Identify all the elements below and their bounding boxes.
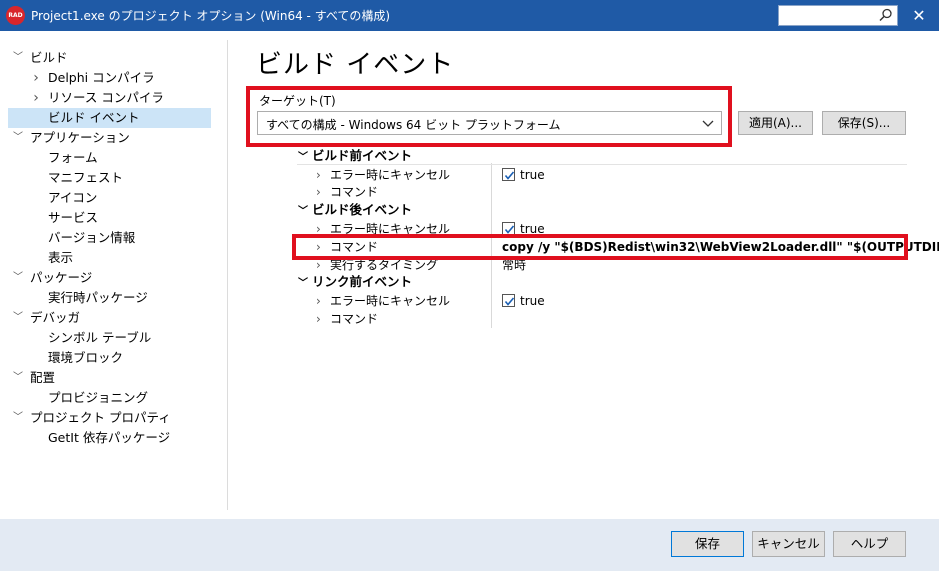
tree-item[interactable]: ﹀ アプリケーション bbox=[0, 128, 227, 148]
chevron-down-icon: ﹀ bbox=[298, 152, 308, 163]
tree-item[interactable]: GetIt 依存パッケージ bbox=[0, 428, 227, 448]
tree-item[interactable]: バージョン情報 bbox=[0, 228, 227, 248]
tree-item-label: ビルド イベント bbox=[48, 110, 140, 125]
tree-item-label: デバッガ bbox=[30, 310, 81, 325]
tree-item-label: プロジェクト プロパティ bbox=[30, 410, 171, 425]
chevron-right-icon: › bbox=[316, 168, 321, 182]
check-icon bbox=[504, 297, 515, 306]
tree-item-label: Delphi コンパイラ bbox=[48, 70, 155, 85]
dialog-footer: 保存 キャンセル ヘルプ bbox=[0, 519, 939, 571]
tree-item[interactable]: 環境ブロック bbox=[0, 348, 227, 368]
close-icon: ✕ bbox=[912, 6, 926, 25]
tree-item[interactable]: ﹀ ビルド bbox=[0, 48, 227, 68]
highlight-box-command bbox=[292, 234, 908, 260]
tree-item[interactable]: アイコン bbox=[0, 188, 227, 208]
tree-item[interactable]: ビルド イベント bbox=[8, 108, 211, 128]
tree-item-label: リソース コンパイラ bbox=[48, 90, 164, 105]
tree-item[interactable]: 表示 bbox=[0, 248, 227, 268]
chevron-down-icon[interactable]: ﹀ bbox=[12, 308, 24, 328]
chevron-right-icon: › bbox=[316, 294, 321, 308]
apply-button[interactable]: 適用(A)... bbox=[738, 111, 813, 135]
prop-pre-build-cancel-on-error[interactable]: › エラー時にキャンセル bbox=[316, 166, 450, 184]
tree-item[interactable]: プロビジョニング bbox=[0, 388, 227, 408]
tree-item-label: 表示 bbox=[48, 250, 74, 265]
tree-item[interactable]: › Delphi コンパイラ bbox=[0, 68, 227, 88]
tree-item-label: ビルド bbox=[30, 50, 68, 65]
chevron-right-icon[interactable]: › bbox=[30, 68, 42, 88]
pre-link-cancel-checkbox[interactable] bbox=[502, 294, 515, 307]
tree-item[interactable]: › リソース コンパイラ bbox=[0, 88, 227, 108]
pre-build-cancel-checkbox[interactable] bbox=[502, 168, 515, 181]
tree-item[interactable]: ﹀ パッケージ bbox=[0, 268, 227, 288]
tree-item-label: プロビジョニング bbox=[48, 390, 149, 405]
tree-item[interactable]: シンボル テーブル bbox=[0, 328, 227, 348]
options-tree: ﹀ ビルド › Delphi コンパイラ › リソース コンパイラ ビルド イベント ﹀ アプリ… bbox=[0, 31, 227, 519]
tree-item[interactable]: フォーム bbox=[0, 148, 227, 168]
save-button[interactable]: 保存 bbox=[671, 531, 744, 557]
prop-pre-build-command[interactable]: › コマンド bbox=[316, 183, 378, 201]
app-icon: RAD bbox=[6, 6, 25, 25]
highlight-box-target bbox=[246, 86, 732, 147]
tree-item[interactable]: ﹀ プロジェクト プロパティ bbox=[0, 408, 227, 428]
chevron-down-icon[interactable]: ﹀ bbox=[12, 408, 24, 428]
tree-item-label: サービス bbox=[48, 210, 99, 225]
tree-item-label: シンボル テーブル bbox=[48, 330, 152, 345]
help-button[interactable]: ヘルプ bbox=[833, 531, 906, 557]
search-input[interactable] bbox=[778, 5, 898, 26]
tree-item-label: アプリケーション bbox=[30, 130, 130, 145]
close-button[interactable]: ✕ bbox=[905, 4, 933, 27]
chevron-down-icon[interactable]: ﹀ bbox=[12, 268, 24, 288]
pre-build-cancel-value: true bbox=[520, 168, 545, 182]
prop-pre-link-command[interactable]: › コマンド bbox=[316, 310, 378, 328]
chevron-right-icon: › bbox=[316, 312, 321, 326]
tree-item[interactable]: サービス bbox=[0, 208, 227, 228]
chevron-right-icon[interactable]: › bbox=[30, 88, 42, 108]
tree-item[interactable]: ﹀ デバッガ bbox=[0, 308, 227, 328]
tree-item-label: パッケージ bbox=[30, 270, 93, 285]
window-title: Project1.exe のプロジェクト オプション (Win64 - すべての… bbox=[31, 9, 391, 23]
tree-item-label: バージョン情報 bbox=[48, 230, 136, 245]
tree-divider bbox=[227, 40, 228, 510]
prop-pre-link-cancel-on-error[interactable]: › エラー時にキャンセル bbox=[316, 292, 450, 310]
check-icon bbox=[504, 171, 515, 180]
page-title: ビルド イベント bbox=[256, 50, 455, 80]
tree-item-label: 実行時パッケージ bbox=[48, 290, 148, 305]
chevron-down-icon[interactable]: ﹀ bbox=[12, 48, 24, 68]
tree-item[interactable]: ﹀ 配置 bbox=[0, 368, 227, 388]
pre-link-cancel-value: true bbox=[520, 294, 545, 308]
tree-item-label: 配置 bbox=[30, 370, 56, 385]
title-bar: RAD Project1.exe のプロジェクト オプション (Win64 - … bbox=[0, 0, 939, 31]
chevron-down-icon: ﹀ bbox=[298, 206, 308, 217]
tree-item-label: フォーム bbox=[48, 150, 98, 165]
tree-item-label: GetIt 依存パッケージ bbox=[48, 430, 171, 445]
tree-item[interactable]: 実行時パッケージ bbox=[0, 288, 227, 308]
chevron-down-icon[interactable]: ﹀ bbox=[12, 128, 24, 148]
tree-item-label: 環境ブロック bbox=[48, 350, 124, 365]
chevron-down-icon[interactable]: ﹀ bbox=[12, 368, 24, 388]
category-pre-link[interactable]: ﹀ リンク前イベント bbox=[298, 273, 412, 291]
tree-item-label: マニフェスト bbox=[48, 170, 124, 185]
category-pre-build[interactable]: ﹀ ビルド前イベント bbox=[298, 147, 412, 165]
save-target-button[interactable]: 保存(S)... bbox=[822, 111, 906, 135]
tree-item[interactable]: マニフェスト bbox=[0, 168, 227, 188]
tree-item-label: アイコン bbox=[48, 190, 98, 205]
category-post-build[interactable]: ﹀ ビルド後イベント bbox=[298, 201, 412, 219]
chevron-right-icon: › bbox=[316, 185, 321, 199]
chevron-down-icon: ﹀ bbox=[298, 278, 308, 289]
search-icon bbox=[879, 8, 892, 22]
cancel-button[interactable]: キャンセル bbox=[752, 531, 825, 557]
